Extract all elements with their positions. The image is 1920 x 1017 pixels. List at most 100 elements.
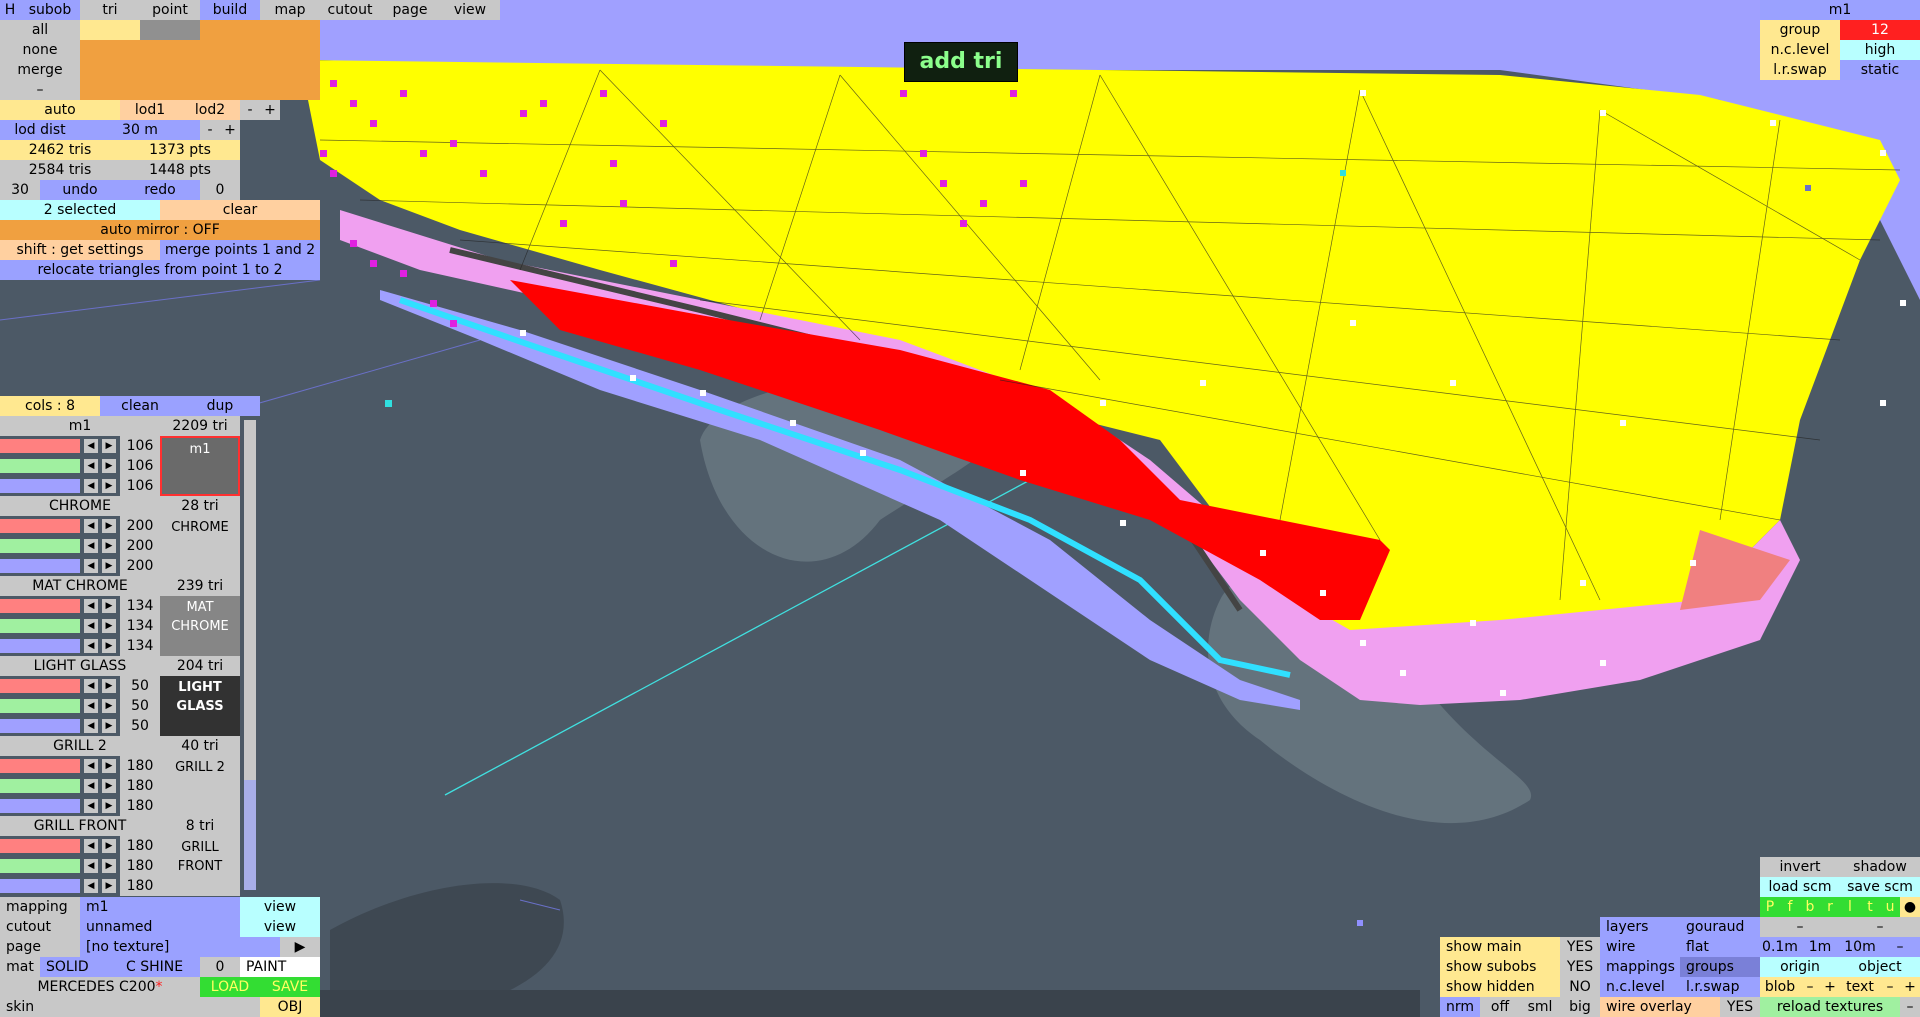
red-slider[interactable] — [0, 839, 80, 853]
grid-minus-button[interactable]: – — [1880, 937, 1920, 957]
green-value[interactable]: 106 — [120, 456, 160, 476]
tab-h[interactable]: H — [0, 0, 20, 20]
increment-arrow-icon[interactable]: ▶ — [102, 439, 116, 453]
red-slider[interactable] — [0, 439, 80, 453]
decrement-arrow-icon[interactable]: ◀ — [84, 539, 98, 553]
select-all-button[interactable]: all — [0, 20, 80, 40]
red-value[interactable]: 134 — [120, 596, 160, 616]
axis-button-r[interactable]: r — [1820, 897, 1840, 917]
red-slider[interactable] — [0, 759, 80, 773]
lod1-button[interactable]: lod1 — [120, 100, 180, 120]
grid-01m-button[interactable]: 0.1m — [1760, 937, 1800, 957]
increment-arrow-icon[interactable]: ▶ — [102, 679, 116, 693]
axis-button-p[interactable]: P — [1760, 897, 1780, 917]
shine-value[interactable]: 0 — [200, 957, 240, 977]
undo-button[interactable]: undo — [40, 180, 120, 200]
page-next-arrow-icon[interactable]: ▶ — [280, 937, 320, 957]
select-swatch-6[interactable] — [140, 40, 200, 60]
material-preview[interactable]: LIGHT GLASS — [160, 676, 240, 736]
blob-minus-button[interactable]: – — [1800, 977, 1820, 997]
decrement-arrow-icon[interactable]: ◀ — [84, 519, 98, 533]
c-shine-toggle[interactable]: C SHINE — [120, 957, 200, 977]
select-swatch-5[interactable] — [80, 40, 140, 60]
increment-arrow-icon[interactable]: ▶ — [102, 699, 116, 713]
select-swatch-3[interactable] — [200, 20, 260, 40]
select-swatch-4[interactable] — [260, 20, 320, 40]
select-swatch-2[interactable] — [140, 20, 200, 40]
increment-arrow-icon[interactable]: ▶ — [102, 799, 116, 813]
cutout-value[interactable]: unnamed — [80, 917, 240, 937]
decrement-arrow-icon[interactable]: ◀ — [84, 879, 98, 893]
axis-button-l[interactable]: l — [1840, 897, 1860, 917]
select-swatch-15[interactable] — [200, 80, 260, 100]
select-swatch-13[interactable] — [80, 80, 140, 100]
nc-level-toggle[interactable]: n.c.level — [1600, 977, 1680, 997]
increment-arrow-icon[interactable]: ▶ — [102, 599, 116, 613]
decrement-arrow-icon[interactable]: ◀ — [84, 719, 98, 733]
lod-dist-value[interactable]: 30 m — [80, 120, 200, 140]
green-value[interactable]: 50 — [120, 696, 160, 716]
tab-point[interactable]: point — [140, 0, 200, 20]
decrement-arrow-icon[interactable]: ◀ — [84, 639, 98, 653]
load-scm-button[interactable]: load scm — [1760, 877, 1840, 897]
axis-button-t[interactable]: t — [1860, 897, 1880, 917]
material-preview[interactable]: GRILL FRONT — [160, 836, 240, 896]
red-value[interactable]: 180 — [120, 836, 160, 856]
material-name[interactable]: LIGHT GLASS — [0, 656, 160, 676]
increment-arrow-icon[interactable]: ▶ — [102, 859, 116, 873]
material-name[interactable]: GRILL 2 — [0, 736, 160, 756]
dash-button-2[interactable]: – — [1840, 917, 1920, 937]
blue-value[interactable]: 134 — [120, 636, 160, 656]
select-swatch-1[interactable] — [80, 20, 140, 40]
tab-subob[interactable]: subob — [20, 0, 80, 20]
red-value[interactable]: 106 — [120, 436, 160, 456]
increment-arrow-icon[interactable]: ▶ — [102, 719, 116, 733]
dash-button-1[interactable]: – — [1760, 917, 1840, 937]
green-slider[interactable] — [0, 779, 80, 793]
select-swatch-12[interactable] — [260, 60, 320, 80]
blue-value[interactable]: 200 — [120, 556, 160, 576]
mappings-toggle[interactable]: mappings — [1600, 957, 1680, 977]
auto-mirror-toggle[interactable]: auto mirror : OFF — [0, 220, 320, 240]
axis-button-u[interactable]: u — [1880, 897, 1900, 917]
material-preview[interactable]: m1 — [160, 436, 240, 496]
lod-minus-button[interactable]: - — [240, 100, 260, 120]
green-slider[interactable] — [0, 539, 80, 553]
material-preview[interactable]: GRILL 2 — [160, 756, 240, 816]
point-size-sml[interactable]: sml — [1520, 997, 1560, 1017]
decrement-arrow-icon[interactable]: ◀ — [84, 779, 98, 793]
save-scm-button[interactable]: save scm — [1840, 877, 1920, 897]
cutout-view-button[interactable]: view — [240, 917, 320, 937]
select-swatch-7[interactable] — [200, 40, 260, 60]
show-subobs-toggle[interactable]: YES — [1560, 957, 1600, 977]
decrement-arrow-icon[interactable]: ◀ — [84, 479, 98, 493]
green-slider[interactable] — [0, 459, 80, 473]
group-value[interactable]: 12 — [1840, 20, 1920, 40]
increment-arrow-icon[interactable]: ▶ — [102, 479, 116, 493]
red-value[interactable]: 200 — [120, 516, 160, 536]
flat-toggle[interactable]: flat — [1680, 937, 1760, 957]
select-swatch-9[interactable] — [80, 60, 140, 80]
increment-arrow-icon[interactable]: ▶ — [102, 879, 116, 893]
mapping-value[interactable]: m1 — [80, 897, 240, 917]
lod-dist-minus[interactable]: - — [200, 120, 220, 140]
material-name[interactable]: CHROME — [0, 496, 160, 516]
axis-button-f[interactable]: f — [1780, 897, 1800, 917]
blue-slider[interactable] — [0, 479, 80, 493]
layers-toggle[interactable]: layers — [1600, 917, 1680, 937]
red-value[interactable]: 180 — [120, 756, 160, 776]
tab-tri[interactable]: tri — [80, 0, 140, 20]
clean-button[interactable]: clean — [100, 396, 180, 416]
groups-toggle[interactable]: groups — [1680, 957, 1760, 977]
green-slider[interactable] — [0, 699, 80, 713]
blue-slider[interactable] — [0, 559, 80, 573]
select-none-button[interactable]: none — [0, 40, 80, 60]
material-name[interactable]: MAT CHROME — [0, 576, 160, 596]
select-dash-button[interactable]: – — [0, 80, 80, 100]
object-button[interactable]: object — [1840, 957, 1920, 977]
lod-auto-button[interactable]: auto — [0, 100, 120, 120]
text-plus-button[interactable]: + — [1900, 977, 1920, 997]
point-size-nrm[interactable]: nrm — [1440, 997, 1480, 1017]
material-name[interactable]: m1 — [0, 416, 160, 436]
save-button[interactable]: SAVE — [260, 977, 320, 997]
